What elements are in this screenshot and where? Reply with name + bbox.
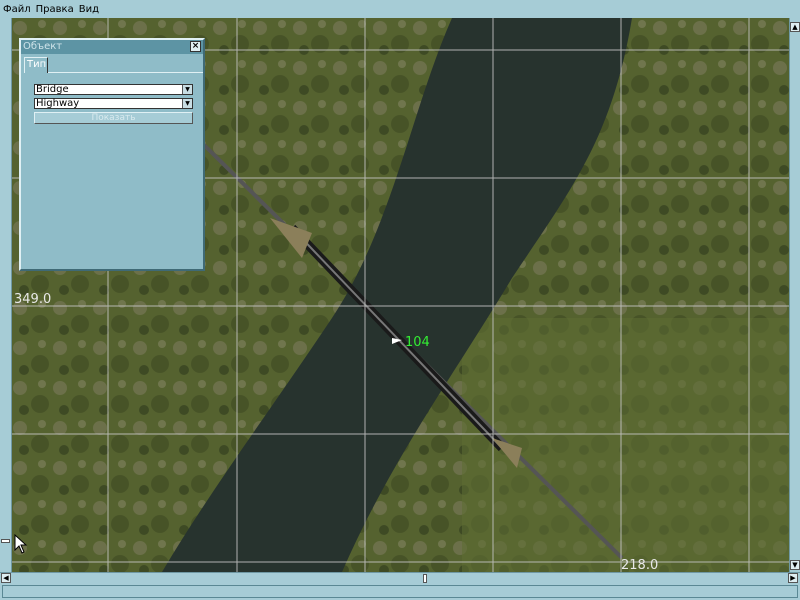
subtype-select[interactable]: Highway ▼: [34, 98, 193, 109]
mouse-cursor-icon: [14, 534, 28, 554]
horizontal-scrollbar[interactable]: ◀ ▶: [0, 572, 800, 583]
type-select-value: Bridge: [36, 84, 69, 95]
subtype-select-value: Highway: [36, 98, 80, 109]
panel-title: Объект: [23, 41, 63, 52]
chevron-down-icon[interactable]: ▼: [182, 85, 192, 94]
menu-view[interactable]: Вид: [79, 4, 99, 15]
menu-file[interactable]: Файл: [3, 4, 31, 15]
object-panel: Объект × Тип Bridge ▼ Highway ▼ Показать: [19, 38, 205, 271]
grid-label-x: 218.0: [621, 558, 659, 572]
scroll-up-icon[interactable]: ▲: [790, 22, 800, 32]
scroll-left-icon[interactable]: ◀: [1, 573, 11, 583]
tab-divider: [48, 72, 203, 73]
show-button[interactable]: Показать: [34, 112, 193, 124]
menu-edit[interactable]: Правка: [36, 4, 74, 15]
menu-bar: Файл Правка Вид: [0, 0, 800, 18]
grid-label-y: 349.0: [14, 292, 52, 307]
scroll-down-icon[interactable]: ▼: [790, 560, 800, 570]
type-select[interactable]: Bridge ▼: [34, 84, 193, 95]
object-id-label[interactable]: 104: [405, 335, 430, 350]
scroll-right-icon[interactable]: ▶: [788, 573, 798, 583]
status-bar: [2, 585, 798, 598]
horizontal-scroll-thumb[interactable]: [423, 574, 427, 583]
panel-titlebar[interactable]: Объект ×: [21, 40, 203, 54]
left-scroll-thumb[interactable]: [1, 539, 10, 543]
vertical-scrollbar[interactable]: ▲ ▼: [789, 18, 800, 572]
left-scrollbar[interactable]: [0, 18, 12, 572]
chevron-down-icon[interactable]: ▼: [182, 99, 192, 108]
close-icon[interactable]: ×: [190, 41, 201, 52]
tab-type[interactable]: Тип: [24, 57, 48, 73]
